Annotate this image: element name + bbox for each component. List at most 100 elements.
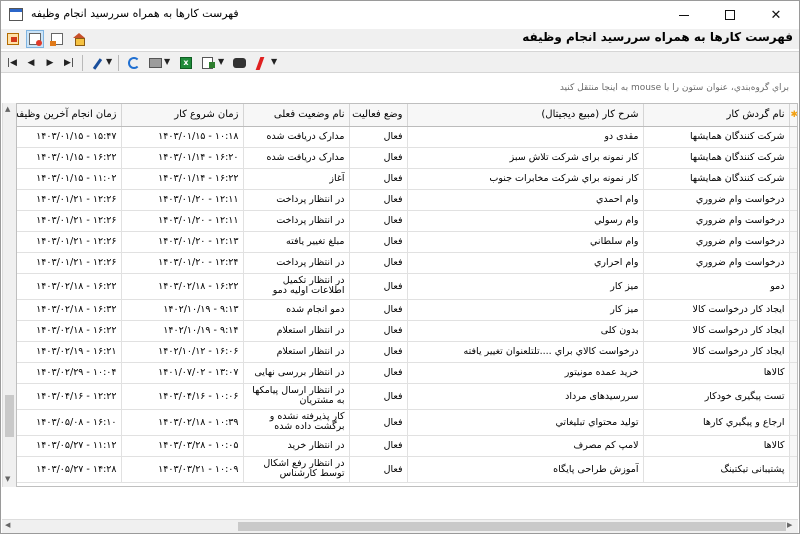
cell-start-time[interactable]: ۱۰:۱۸ - ۱۴۰۳/۰۱/۱۵ [121,126,244,148]
cell-activity-status[interactable]: فعال [349,341,408,363]
cell-last-task-time[interactable]: ۱۲:۲۶ - ۱۴۰۳/۰۱/۲۱ [17,231,122,253]
row-selector[interactable] [789,126,797,148]
next-record-button[interactable]: ▶ [42,55,58,71]
cell-last-task-time[interactable]: ۱۶:۲۱ - ۱۴۰۳/۰۲/۱۹ [17,341,122,363]
cell-last-task-time[interactable]: ۱۶:۱۰ - ۱۴۰۳/۰۵/۰۸ [17,409,122,436]
action-button[interactable] [253,55,269,71]
cell-description[interactable]: درخواست کالاي براي ....تلتلعنوان تغییر ی… [407,341,644,363]
cell-description[interactable]: خرید عمده مونیتور [407,362,644,384]
cell-start-time[interactable]: ۱۰:۳۹ - ۱۴۰۳/۰۲/۱۸ [121,409,244,436]
row-selector[interactable] [789,273,797,300]
scroll-up-icon[interactable]: ▲ [5,105,10,113]
cell-workflow[interactable]: شرکت کنندگان همایشها [643,126,790,148]
row-selector[interactable] [789,435,797,457]
table-row[interactable]: ایجاد کار درخواست کالا بدون کلی فعال در انت… [17,320,797,342]
excel-button[interactable]: x [178,55,194,71]
previous-record-button[interactable]: ◀ [23,55,39,71]
cell-activity-status[interactable]: فعال [349,383,408,410]
cell-description[interactable]: لامپ کم مصرف [407,435,644,457]
table-row[interactable]: کالاها خرید عمده مونیتور فعال در انتظار برر… [17,362,797,384]
cell-start-time[interactable]: ۱۰:۰۵ - ۱۴۰۳/۰۳/۲۸ [121,435,244,457]
cell-current-state[interactable]: در انتظار پرداخت [243,252,350,274]
title-bar[interactable]: فهرست کارها به همراه سررسید انجام وظیفه … [1,1,799,29]
cell-start-time[interactable]: ۱۰:۰۶ - ۱۴۰۳/۰۴/۱۶ [121,383,244,410]
horizontal-scroll-thumb[interactable] [238,522,786,531]
horizontal-scrollbar[interactable]: ◀ ▶ [2,519,798,533]
table-row[interactable]: شرکت کنندگان همایشها کار نمونه برای شرکت … [17,147,797,169]
cell-start-time[interactable]: ۱۰:۰۹ - ۱۴۰۳/۰۳/۲۱ [121,456,244,483]
table-row[interactable]: ارجاع و پیگیري کارها تولید محتواي تبليغات… [17,409,797,436]
cell-workflow[interactable]: ایجاد کار درخواست کالا [643,341,790,363]
first-record-button[interactable]: |◀ [4,55,20,71]
cell-workflow[interactable]: ایجاد کار درخواست کالا [643,320,790,342]
row-selector[interactable] [789,252,797,274]
cell-current-state[interactable]: در انتظار پرداخت [243,189,350,211]
cell-description[interactable]: کار نمونه برای شرکت تلاش سبز [407,147,644,169]
cell-description[interactable]: وام رسولي [407,210,644,232]
cell-current-state[interactable]: در انتظار پرداخت [243,210,350,232]
cell-start-time[interactable]: ۱۶:۲۰ - ۱۴۰۳/۰۱/۱۴ [121,147,244,169]
cell-current-state[interactable]: در انتظار خرید [243,435,350,457]
cell-workflow[interactable]: تست پیگیری خودکار [643,383,790,410]
cell-last-task-time[interactable]: ۱۲:۲۶ - ۱۴۰۳/۰۱/۲۱ [17,210,122,232]
last-record-button[interactable]: ▶| [61,55,77,71]
cell-last-task-time[interactable]: ۱۲:۲۶ - ۱۴۰۳/۰۱/۲۱ [17,252,122,274]
cell-last-task-time[interactable]: ۱۴:۲۸ - ۱۴۰۳/۰۵/۲۷ [17,456,122,483]
row-selector[interactable] [789,231,797,253]
table-row[interactable]: درخواست وام ضروري وام سلطاني فعال مبلغ تغيي… [17,231,797,253]
column-header-last-task-time[interactable]: زمان انجام آخرین وظیفه کار [17,104,122,127]
cell-last-task-time[interactable]: ۱۶:۲۲ - ۱۴۰۳/۰۲/۱۸ [17,320,122,342]
table-row[interactable]: درخواست وام ضروري وام رسولي فعال در انتظار … [17,210,797,232]
table-row[interactable]: کالاها لامپ کم مصرف فعال در انتظار خرید ۱۰:۰… [17,435,797,457]
column-header-current-state[interactable]: نام وضعیت فعلی [243,104,350,127]
scroll-left-icon[interactable]: ◀ [5,521,10,529]
cell-workflow[interactable]: کالاها [643,435,790,457]
cell-current-state[interactable]: مدارک دریافت شده [243,126,350,148]
cell-activity-status[interactable]: فعال [349,320,408,342]
row-selector[interactable] [789,341,797,363]
cell-start-time[interactable]: ۱۶:۲۲ - ۱۴۰۳/۰۱/۱۴ [121,168,244,190]
cell-workflow[interactable]: پشتیبانی تیکتینگ [643,456,790,483]
cell-start-time[interactable]: ۱۳:۰۷ - ۱۴۰۱/۰۷/۰۲ [121,362,244,384]
cell-activity-status[interactable]: فعال [349,168,408,190]
cell-start-time[interactable]: ۱۶:۰۶ - ۱۴۰۲/۱۰/۱۲ [121,341,244,363]
cell-last-task-time[interactable]: ۱۲:۲۲ - ۱۴۰۳/۰۴/۱۶ [17,383,122,410]
vertical-scrollbar[interactable]: ▲ ▼ [2,103,16,487]
wand-dropdown-arrow[interactable]: ▼ [106,57,112,66]
cell-current-state[interactable]: مدارک دریافت شده [243,147,350,169]
cell-current-state[interactable]: در انتظار تکمیل اطلاعات اولیه دمو [243,273,350,300]
cell-activity-status[interactable]: فعال [349,231,408,253]
cell-last-task-time[interactable]: ۱۱:۰۲ - ۱۴۰۳/۰۱/۱۵ [17,168,122,190]
cell-description[interactable]: میز کار [407,299,644,321]
cell-activity-status[interactable]: فعال [349,126,408,148]
table-row[interactable]: شرکت کنندگان همایشها مقدی دو فعال مدارک دری… [17,126,797,148]
row-selector[interactable] [789,409,797,436]
cell-last-task-time[interactable]: ۱۶:۲۲ - ۱۴۰۳/۰۱/۱۵ [17,147,122,169]
cell-current-state[interactable]: مبلغ تغيير يافته [243,231,350,253]
minimize-button[interactable] [661,1,707,29]
cell-current-state[interactable]: در انتظار ارسال پیامکها به مشتریان [243,383,350,410]
cell-activity-status[interactable]: فعال [349,189,408,211]
cell-workflow[interactable]: درخواست وام ضروري [643,210,790,232]
table-row[interactable]: تست پیگیری خودکار سررسیدهای مرداد فعال در ا… [17,383,797,410]
row-selector[interactable] [789,383,797,410]
cell-activity-status[interactable]: فعال [349,409,408,436]
cell-activity-status[interactable]: فعال [349,273,408,300]
cell-current-state[interactable]: دمو انجام شده [243,299,350,321]
wand-button[interactable] [89,55,105,71]
cell-workflow[interactable]: شرکت کنندگان همایشها [643,168,790,190]
cell-description[interactable]: میز کار [407,273,644,300]
cell-activity-status[interactable]: فعال [349,299,408,321]
cell-last-task-time[interactable]: ۱۱:۱۲ - ۱۴۰۳/۰۵/۲۷ [17,435,122,457]
cell-workflow[interactable]: دمو [643,273,790,300]
cell-activity-status[interactable]: فعال [349,252,408,274]
cell-start-time[interactable]: ۱۲:۱۱ - ۱۴۰۳/۰۱/۲۰ [121,210,244,232]
cell-description[interactable]: کار نمونه براي شرکت مخابرات جنوب [407,168,644,190]
cell-activity-status[interactable]: فعال [349,456,408,483]
table-row[interactable]: شرکت کنندگان همایشها کار نمونه براي شرکت … [17,168,797,190]
table-row[interactable]: ایجاد کار درخواست کالا درخواست کالاي براي… [17,341,797,363]
cell-start-time[interactable]: ۱۲:۲۴ - ۱۴۰۳/۰۱/۲۰ [121,252,244,274]
scroll-right-icon[interactable]: ▶ [787,521,792,529]
row-selector[interactable] [789,362,797,384]
cell-workflow[interactable]: درخواست وام ضروري [643,231,790,253]
